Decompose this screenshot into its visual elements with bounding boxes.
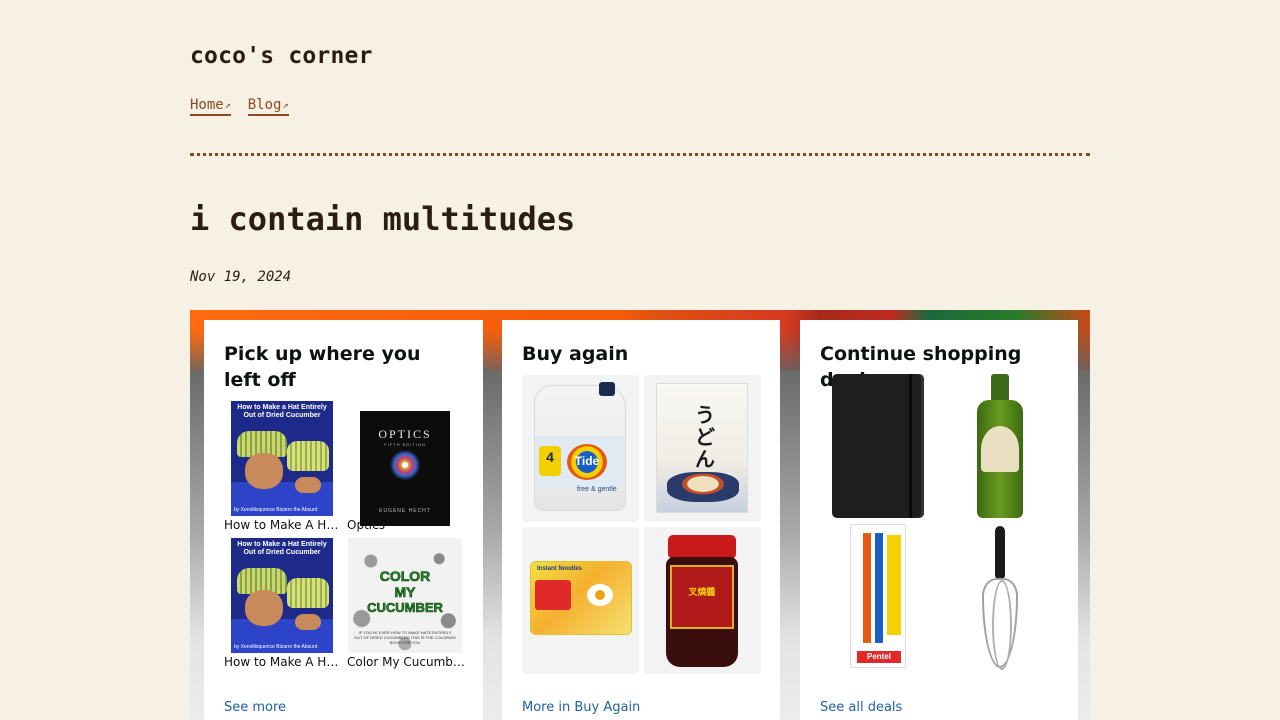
package-art xyxy=(535,580,571,610)
see-more-link[interactable]: See more xyxy=(224,700,286,715)
package-art xyxy=(587,584,613,606)
product-instant-noodles[interactable]: Instant Noodles xyxy=(522,527,639,674)
cover-art xyxy=(287,441,329,471)
pencil xyxy=(875,533,883,643)
external-link-icon: ↗ xyxy=(282,100,289,111)
cover-author: EUGENE HECHT xyxy=(379,508,431,514)
item-caption[interactable]: How to Make A Hat Entirely Out of Dried … xyxy=(224,655,342,669)
dotted-divider xyxy=(190,153,1090,156)
cover-art xyxy=(245,590,283,626)
deal-whisk[interactable] xyxy=(980,526,1020,670)
card-pick-up: Pick up where you left off How to Make a… xyxy=(204,320,483,720)
card-buy-again: Buy again 4 Tide free & gentle うどん Insta… xyxy=(502,320,780,720)
product-image: 4 Tide free & gentle xyxy=(534,382,626,511)
package-text: うどん xyxy=(695,403,715,471)
cover-author: by Xenoliloquence Bizarro the Absurd xyxy=(234,644,318,650)
whisk-handle xyxy=(995,526,1005,580)
package-text: Instant Noodles xyxy=(537,566,583,572)
book-cover-hat-1[interactable]: How to Make a Hat Entirely Out of Dried … xyxy=(231,401,333,516)
cover-fine-print: IF YOU'VE EVER HOW TO MAKE HATS ENTIRELY… xyxy=(354,630,457,645)
site-title: coco's corner xyxy=(190,43,373,69)
jar-lid xyxy=(668,535,736,559)
post-title: i contain multitudes xyxy=(190,200,576,238)
product-image: 叉燒醬 xyxy=(666,535,738,667)
deal-pencils[interactable]: Pentel xyxy=(850,524,906,668)
book-cover-optics[interactable]: OPTICS FIFTH EDITION EUGENE HECHT xyxy=(360,411,450,526)
package-text: 叉燒醬 xyxy=(688,588,716,598)
more-in-buy-again-link[interactable]: More in Buy Again xyxy=(522,700,640,715)
book-cover-hat-2[interactable]: How to Make a Hat Entirely Out of Dried … xyxy=(231,538,333,653)
product-udon[interactable]: うどん xyxy=(644,375,761,522)
badge: 4 xyxy=(539,446,561,476)
whisk-wires xyxy=(982,578,1018,670)
brand-name: Tide xyxy=(574,454,600,468)
embedded-screenshot: Pick up where you left off How to Make a… xyxy=(190,310,1090,720)
cover-title: OPTICS xyxy=(378,427,432,441)
card-continue-shopping: Continue shopping deals Drizzle Pentel S… xyxy=(800,320,1078,720)
cover-author: by Xenoliloquence Bizarro the Absurd xyxy=(234,507,318,513)
brand-name: Pentel xyxy=(857,651,901,663)
bowl xyxy=(667,472,739,502)
cover-art xyxy=(295,614,321,630)
product-char-siu-sauce[interactable]: 叉燒醬 xyxy=(644,527,761,674)
cover-word: CUCUMBER xyxy=(367,600,443,616)
cover-word: MY xyxy=(394,584,416,601)
nav-blog-link[interactable]: Blog ↗ xyxy=(247,97,289,116)
cover-art xyxy=(245,453,283,489)
product-image: Instant Noodles xyxy=(530,561,632,635)
cap xyxy=(599,382,615,396)
cover-title: How to Make a Hat Entirely Out of Dried … xyxy=(237,404,327,419)
site-nav: Home ↗ Blog ↗ xyxy=(190,97,289,116)
nav-home-link[interactable]: Home ↗ xyxy=(190,97,231,116)
product-tide[interactable]: 4 Tide free & gentle xyxy=(522,375,639,522)
item-caption[interactable]: Optics xyxy=(347,518,465,532)
external-link-icon: ↗ xyxy=(224,100,231,111)
nav-home-label: Home xyxy=(190,97,224,113)
page: coco's corner Home ↗ Blog ↗ i contain mult… xyxy=(190,0,1090,720)
cover-art xyxy=(387,447,423,483)
pencil xyxy=(863,533,871,643)
brand-logo: Tide xyxy=(567,444,607,480)
variant: free & gentle xyxy=(577,486,617,493)
cover-art xyxy=(287,578,329,608)
post-date: Nov 19, 2024 xyxy=(190,269,292,285)
product-image: うどん xyxy=(656,383,748,513)
card-title: Pick up where you left off xyxy=(224,343,421,391)
package-text: Drizzle xyxy=(984,458,1016,469)
card-title: Buy again xyxy=(522,343,629,365)
cover-word: COLOR xyxy=(379,568,431,585)
deal-notebook[interactable] xyxy=(832,374,924,518)
book-cover-color-my-cucumber[interactable]: COLOR MY CUCUMBER IF YOU'VE EVER HOW TO … xyxy=(348,538,462,653)
cover-title: How to Make a Hat Entirely Out of Dried … xyxy=(237,541,327,556)
item-caption[interactable]: How to Make A Hat Entirely Out of Dried … xyxy=(224,518,342,532)
nav-blog-label: Blog xyxy=(247,97,282,113)
deal-olive-oil[interactable]: Drizzle xyxy=(977,374,1023,518)
jar-label: 叉燒醬 xyxy=(670,565,734,629)
item-caption[interactable]: Color My Cucumber xyxy=(347,655,465,669)
cover-art xyxy=(295,477,321,493)
see-all-deals-link[interactable]: See all deals xyxy=(820,700,902,715)
package-side xyxy=(887,535,901,635)
